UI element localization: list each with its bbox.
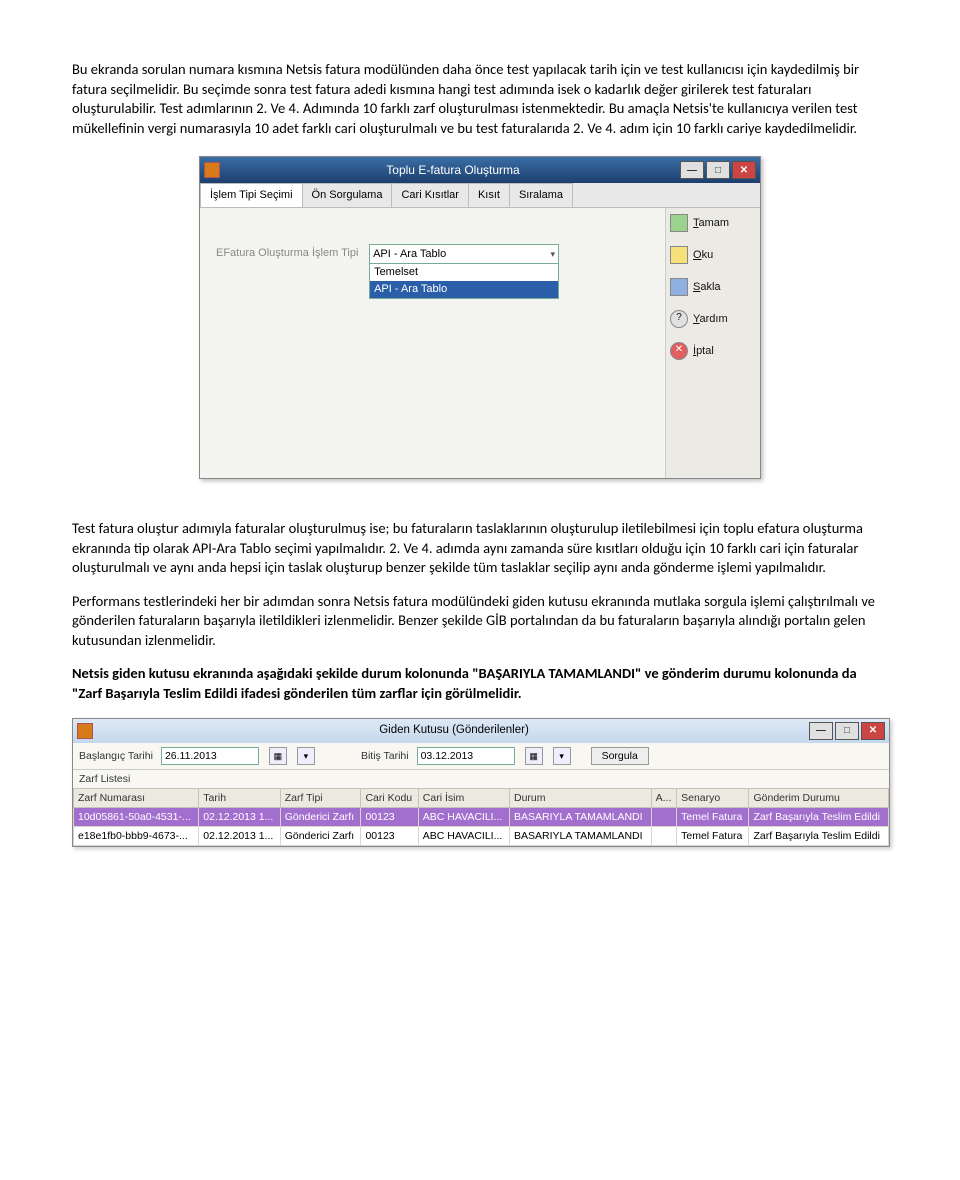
calendar-icon[interactable]: ▦ [525, 747, 543, 765]
sorgula-button[interactable]: Sorgula [591, 747, 649, 765]
outbox-window: Giden Kutusu (Gönderilenler) — □ ✕ Başla… [72, 718, 890, 848]
window-title: Toplu E-fatura Oluşturma [226, 162, 680, 178]
cell: ABC HAVACILI... [418, 808, 509, 827]
date-dropdown-icon[interactable]: ▾ [297, 747, 315, 765]
cell: Gönderici Zarfı [280, 827, 361, 846]
end-date-label: Bitiş Tarihi [361, 749, 409, 763]
cell [651, 808, 676, 827]
cell: 00123 [361, 808, 418, 827]
col-cari-isim[interactable]: Cari İsim [418, 788, 509, 807]
col-gonderim-durumu[interactable]: Gönderim Durumu [749, 788, 889, 807]
combo-dropdown-list: Temelset API - Ara Tablo [369, 264, 559, 299]
cell: Zarf Başarıyla Teslim Edildi [749, 827, 889, 846]
cell: Gönderici Zarfı [280, 808, 361, 827]
cell: Zarf Başarıyla Teslim Edildi [749, 808, 889, 827]
date-dropdown-icon[interactable]: ▾ [553, 747, 571, 765]
close-button[interactable]: ✕ [732, 161, 756, 179]
cell: ABC HAVACILI... [418, 827, 509, 846]
cancel-icon: ✕ [670, 342, 688, 360]
cell: Temel Fatura [677, 808, 749, 827]
cell: 02.12.2013 1... [199, 808, 280, 827]
paragraph-1: Bu ekranda sorulan numara kısmına Netsis… [72, 60, 888, 138]
col-durum[interactable]: Durum [509, 788, 651, 807]
app-icon [77, 723, 93, 739]
cell: BASARIYLA TAMAMLANDI [509, 808, 651, 827]
tab-on-sorgulama[interactable]: Ön Sorgulama [302, 183, 393, 207]
col-a[interactable]: A... [651, 788, 676, 807]
app-icon [204, 162, 220, 178]
open-icon [670, 246, 688, 264]
combo-option-temelset[interactable]: Temelset [370, 264, 558, 281]
outbox-grid: Zarf Numarası Tarih Zarf Tipi Cari Kodu … [73, 788, 889, 847]
tab-islem-tipi[interactable]: İşlem Tipi Seçimi [200, 183, 303, 207]
combo-label: EFatura Oluşturma İşlem Tipi [216, 244, 366, 261]
ok-icon [670, 214, 688, 232]
cell: 00123 [361, 827, 418, 846]
help-icon: ? [670, 310, 688, 328]
iptal-button[interactable]: ✕ İptal [670, 342, 756, 360]
col-senaryo[interactable]: Senaryo [677, 788, 749, 807]
tab-kisit[interactable]: Kısıt [468, 183, 510, 207]
maximize-button[interactable]: □ [835, 722, 859, 740]
table-row[interactable]: 10d05861-50a0-4531-...02.12.2013 1...Gön… [74, 808, 889, 827]
combo-option-api-ara-tablo[interactable]: API - Ara Tablo [370, 281, 558, 298]
side-toolbar: Tamam Oku Sakla ? Yardım ✕ İptal [665, 208, 760, 478]
cell: Temel Fatura [677, 827, 749, 846]
col-zarf-tipi[interactable]: Zarf Tipi [280, 788, 361, 807]
cell: 02.12.2013 1... [199, 827, 280, 846]
chevron-down-icon: ▾ [551, 248, 556, 260]
save-icon [670, 278, 688, 296]
end-date-input[interactable]: 03.12.2013 [417, 747, 515, 765]
filter-bar: Başlangıç Tarihi 26.11.2013 ▦ ▾ Bitiş Ta… [73, 743, 889, 770]
cell [651, 827, 676, 846]
tamam-button[interactable]: Tamam [670, 214, 756, 232]
cell: 10d05861-50a0-4531-... [74, 808, 199, 827]
calendar-icon[interactable]: ▦ [269, 747, 287, 765]
paragraph-3: Performans testlerindeki her bir adımdan… [72, 592, 888, 651]
islem-tipi-combo[interactable]: API - Ara Tablo ▾ [369, 244, 559, 264]
yardim-button[interactable]: ? Yardım [670, 310, 756, 328]
sakla-button[interactable]: Sakla [670, 278, 756, 296]
col-tarih[interactable]: Tarih [199, 788, 280, 807]
paragraph-4: Netsis giden kutusu ekranında aşağıdaki … [72, 664, 888, 703]
cell: e18e1fb0-bbb9-4673-... [74, 827, 199, 846]
tabstrip: İşlem Tipi Seçimi Ön Sorgulama Cari Kısı… [200, 183, 760, 208]
col-cari-kodu[interactable]: Cari Kodu [361, 788, 418, 807]
paragraph-2: Test fatura oluştur adımıyla faturalar o… [72, 519, 888, 578]
maximize-button[interactable]: □ [706, 161, 730, 179]
col-zarf-no[interactable]: Zarf Numarası [74, 788, 199, 807]
list-title: Zarf Listesi [73, 770, 889, 788]
start-date-input[interactable]: 26.11.2013 [161, 747, 259, 765]
start-date-label: Başlangıç Tarihi [79, 749, 153, 763]
close-button[interactable]: ✕ [861, 722, 885, 740]
tab-cari-kisitlar[interactable]: Cari Kısıtlar [391, 183, 468, 207]
create-einvoice-window: Toplu E-fatura Oluşturma — □ ✕ İşlem Tip… [199, 156, 761, 479]
table-row[interactable]: e18e1fb0-bbb9-4673-...02.12.2013 1...Gön… [74, 827, 889, 846]
minimize-button[interactable]: — [680, 161, 704, 179]
window-titlebar: Giden Kutusu (Gönderilenler) — □ ✕ [73, 719, 889, 743]
minimize-button[interactable]: — [809, 722, 833, 740]
oku-button[interactable]: Oku [670, 246, 756, 264]
cell: BASARIYLA TAMAMLANDI [509, 827, 651, 846]
window-title: Giden Kutusu (Gönderilenler) [99, 723, 809, 739]
tab-siralama[interactable]: Sıralama [509, 183, 573, 207]
combo-value: API - Ara Tablo [373, 247, 446, 262]
window-titlebar: Toplu E-fatura Oluşturma — □ ✕ [200, 157, 760, 183]
